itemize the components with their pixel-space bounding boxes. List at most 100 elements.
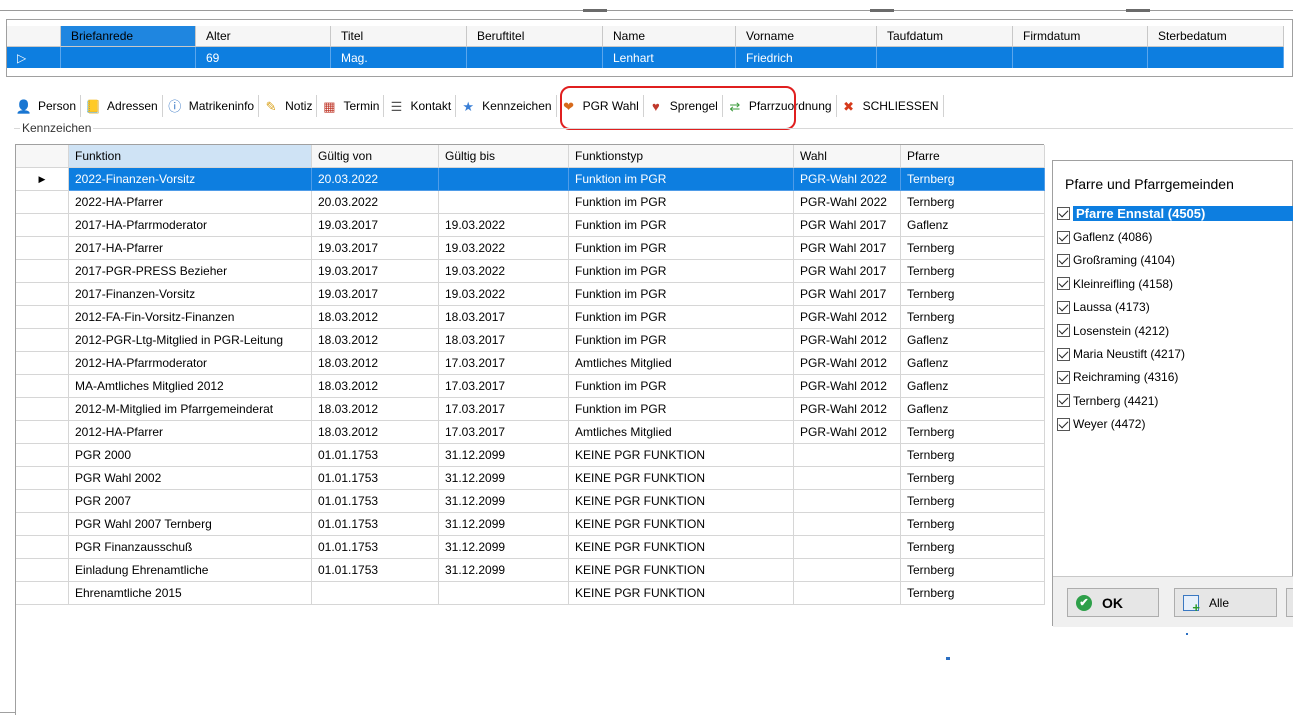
cell-wahl[interactable] (794, 513, 901, 536)
cell-funktionstyp[interactable]: Funktion im PGR (569, 283, 794, 306)
cell-gueltig-von[interactable]: 18.03.2012 (312, 306, 439, 329)
table-row[interactable]: PGR 2007 01.01.1753 31.12.2099 KEINE PGR FU… (16, 490, 1045, 513)
cell-funktion[interactable]: Ehrenamtliche 2015 (69, 582, 312, 605)
cell-gueltig-bis[interactable]: 31.12.2099 (439, 444, 569, 467)
cell-gueltig-bis[interactable]: 31.12.2099 (439, 513, 569, 536)
cell-wahl[interactable]: PGR-Wahl 2012 (794, 421, 901, 444)
cell-wahl[interactable]: PGR Wahl 2017 (794, 283, 901, 306)
cell-funktionstyp[interactable]: Amtliches Mitglied (569, 352, 794, 375)
row-header[interactable] (16, 536, 69, 559)
cell-wahl[interactable]: PGR-Wahl 2012 (794, 329, 901, 352)
row-header[interactable] (16, 306, 69, 329)
cell-alter[interactable]: 69 (196, 47, 331, 68)
cell-funktionstyp[interactable]: Funktion im PGR (569, 237, 794, 260)
cell-funktion[interactable]: PGR Finanzausschuß (69, 536, 312, 559)
cell-funktionstyp[interactable]: KEINE PGR FUNKTION (569, 467, 794, 490)
cell-gueltig-von[interactable]: 01.01.1753 (312, 467, 439, 490)
column-header-taufdatum[interactable]: Taufdatum (877, 26, 1013, 47)
table-row[interactable]: ▶ 2022-Finanzen-Vorsitz 20.03.2022 Funktion… (16, 168, 1045, 191)
cell-wahl[interactable]: PGR-Wahl 2022 (794, 168, 901, 191)
cell-gueltig-bis[interactable]: 17.03.2017 (439, 421, 569, 444)
cell-vorname[interactable]: Friedrich (736, 47, 877, 68)
cell-funktion[interactable]: 2017-PGR-PRESS Bezieher (69, 260, 312, 283)
cell-pfarre[interactable]: Ternberg (901, 513, 1045, 536)
cell-funktion[interactable]: PGR 2007 (69, 490, 312, 513)
row-header[interactable] (16, 582, 69, 605)
column-header-gueltig-bis[interactable]: Gültig bis (439, 145, 569, 168)
column-header-name[interactable]: Name (603, 26, 736, 47)
cell-gueltig-von[interactable]: 20.03.2022 (312, 168, 439, 191)
cell-funktionstyp[interactable]: KEINE PGR FUNKTION (569, 559, 794, 582)
table-row[interactable]: 2012-HA-Pfarrmoderator 18.03.2012 17.03.20… (16, 352, 1045, 375)
cell-gueltig-bis[interactable]: 31.12.2099 (439, 467, 569, 490)
cell-wahl[interactable]: PGR Wahl 2017 (794, 214, 901, 237)
cell-gueltig-von[interactable]: 01.01.1753 (312, 536, 439, 559)
cell-wahl[interactable] (794, 582, 901, 605)
table-row[interactable]: 2017-HA-Pfarrmoderator 19.03.2017 19.03.20… (16, 214, 1045, 237)
row-header[interactable] (16, 375, 69, 398)
cell-gueltig-von[interactable]: 01.01.1753 (312, 513, 439, 536)
cell-pfarre[interactable]: Gaflenz (901, 214, 1045, 237)
row-header[interactable] (16, 329, 69, 352)
cell-taufdatum[interactable] (877, 47, 1013, 68)
row-header[interactable] (16, 467, 69, 490)
cell-pfarre[interactable]: Gaflenz (901, 329, 1045, 352)
cell-wahl[interactable]: PGR-Wahl 2012 (794, 375, 901, 398)
cell-wahl[interactable]: PGR-Wahl 2012 (794, 352, 901, 375)
column-header-funktion[interactable]: Funktion (69, 145, 312, 168)
cell-wahl[interactable] (794, 444, 901, 467)
cell-gueltig-von[interactable]: 19.03.2017 (312, 214, 439, 237)
parish-checklist-item[interactable]: Ternberg (4421) (1057, 389, 1293, 412)
cell-funktionstyp[interactable]: Funktion im PGR (569, 214, 794, 237)
person-row[interactable]: ▷ 69 Mag. Lenhart Friedrich (7, 47, 1284, 68)
tab-schliessen[interactable]: ✖ SCHLIESSEN (837, 95, 944, 117)
parish-checklist-item[interactable]: Reichraming (4316) (1057, 366, 1293, 389)
cell-gueltig-bis[interactable] (439, 168, 569, 191)
cell-pfarre[interactable]: Gaflenz (901, 398, 1045, 421)
tab-termin[interactable]: ▦ Termin (317, 95, 385, 117)
column-header-titel[interactable]: Titel (331, 26, 467, 47)
cell-gueltig-von[interactable]: 19.03.2017 (312, 237, 439, 260)
cell-wahl[interactable]: PGR Wahl 2017 (794, 260, 901, 283)
column-header-gueltig-von[interactable]: Gültig von (312, 145, 439, 168)
cell-gueltig-von[interactable]: 01.01.1753 (312, 444, 439, 467)
table-row[interactable]: PGR Finanzausschuß 01.01.1753 31.12.2099 KE… (16, 536, 1045, 559)
tab-person[interactable]: 👤 Person (12, 95, 82, 117)
table-row[interactable]: PGR 2000 01.01.1753 31.12.2099 KEINE PGR FU… (16, 444, 1045, 467)
cell-funktion[interactable]: PGR Wahl 2002 (69, 467, 312, 490)
cell-funktion[interactable]: PGR Wahl 2007 Ternberg (69, 513, 312, 536)
table-row[interactable]: Einladung Ehrenamtliche 01.01.1753 31.12.2… (16, 559, 1045, 582)
checkbox-checked-icon[interactable] (1057, 347, 1070, 361)
alle-button[interactable]: Alle (1174, 588, 1277, 617)
cell-gueltig-von[interactable]: 18.03.2012 (312, 329, 439, 352)
cell-pfarre[interactable]: Ternberg (901, 490, 1045, 513)
parish-checklist-item[interactable]: Kleinreifling (4158) (1057, 272, 1293, 295)
cell-funktion[interactable]: 2012-M-Mitglied im Pfarrgemeinderat (69, 398, 312, 421)
row-header[interactable] (16, 283, 69, 306)
checkbox-checked-icon[interactable] (1057, 300, 1070, 314)
cell-gueltig-bis[interactable]: 19.03.2022 (439, 260, 569, 283)
cell-funktionstyp[interactable]: KEINE PGR FUNKTION (569, 513, 794, 536)
cell-wahl[interactable]: PGR-Wahl 2012 (794, 306, 901, 329)
cell-pfarre[interactable]: Ternberg (901, 283, 1045, 306)
cell-pfarre[interactable]: Ternberg (901, 559, 1045, 582)
cell-funktionstyp[interactable]: KEINE PGR FUNKTION (569, 444, 794, 467)
column-header-sterbedatum[interactable]: Sterbedatum (1148, 26, 1284, 47)
cell-funktion[interactable]: 2012-HA-Pfarrer (69, 421, 312, 444)
checkbox-checked-icon[interactable] (1057, 324, 1070, 338)
column-header-wahl[interactable]: Wahl (794, 145, 901, 168)
cell-funktion[interactable]: 2022-HA-Pfarrer (69, 191, 312, 214)
row-header[interactable] (16, 513, 69, 536)
cell-gueltig-von[interactable]: 18.03.2012 (312, 421, 439, 444)
parish-checklist-item[interactable]: Gaflenz (4086) (1057, 225, 1293, 248)
row-header[interactable] (16, 421, 69, 444)
parish-checklist-item[interactable]: Maria Neustift (4217) (1057, 342, 1293, 365)
cell-gueltig-bis[interactable]: 31.12.2099 (439, 559, 569, 582)
checkbox-checked-icon[interactable] (1057, 230, 1070, 244)
cell-gueltig-von[interactable] (312, 582, 439, 605)
cell-funktion[interactable]: 2012-HA-Pfarrmoderator (69, 352, 312, 375)
column-header-firmdatum[interactable]: Firmdatum (1013, 26, 1148, 47)
cell-funktion[interactable]: 2012-PGR-Ltg-Mitglied in PGR-Leitung (69, 329, 312, 352)
checkbox-checked-icon[interactable] (1057, 277, 1070, 291)
cell-pfarre[interactable]: Ternberg (901, 467, 1045, 490)
